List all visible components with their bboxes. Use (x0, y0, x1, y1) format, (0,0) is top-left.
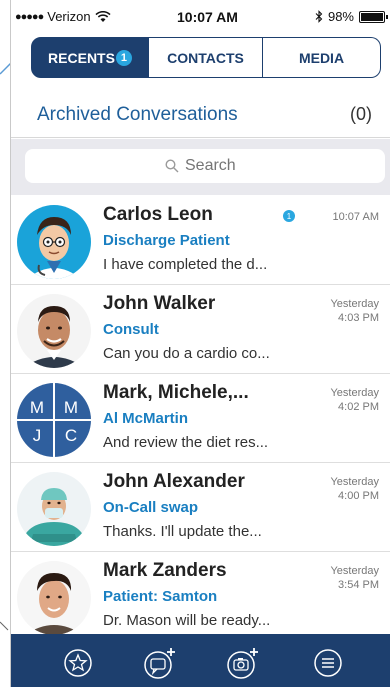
photo-avatar (17, 472, 91, 546)
conversation-row[interactable]: John Walker Consult Can you do a cardio … (11, 285, 390, 374)
timestamp: Yesterday 4:03 PM (330, 297, 379, 325)
timestamp: Yesterday 4:00 PM (330, 475, 379, 503)
tab-media-label: MEDIA (298, 49, 345, 66)
conversation-subject: Consult (103, 321, 159, 338)
new-message-icon (144, 648, 175, 679)
favorites-button[interactable] (61, 646, 95, 680)
tab-media[interactable]: MEDIA (263, 37, 381, 78)
conversation-subject: On-Call swap (103, 499, 199, 516)
timestamp-line: 4:00 PM (338, 490, 379, 502)
bottom-toolbar (11, 634, 390, 687)
app-screen: ●●●●● Verizon 10:07 AM 98% RECENTS 1 CON… (10, 0, 390, 687)
conversation-list: Carlos Leon Discharge Patient I have com… (11, 196, 390, 641)
timestamp-line: 10:07 AM (332, 211, 379, 223)
conversation-subject: Al McMartin (103, 410, 189, 427)
tab-recents[interactable]: RECENTS 1 (31, 37, 149, 78)
conversation-subject: Patient: Samton (103, 588, 218, 605)
tab-contacts-label: CONTACTS (167, 49, 244, 66)
contact-name: Mark Zanders (103, 560, 227, 581)
conversation-row[interactable]: Mark Zanders Patient: Samton Dr. Mason w… (11, 552, 390, 641)
menu-icon (314, 649, 342, 677)
new-message-button[interactable] (143, 646, 177, 680)
conversation-row[interactable]: M M J C Mark, Michele,... Al McMartin An… (11, 374, 390, 463)
avatar (17, 561, 91, 635)
add-photo-icon (227, 648, 258, 679)
contact-name: Carlos Leon (103, 204, 213, 225)
search-input[interactable] (185, 157, 245, 175)
search-field[interactable] (25, 149, 385, 183)
archived-conversations-row[interactable]: Archived Conversations (0) (11, 92, 390, 138)
group-initial: M (64, 398, 78, 417)
avatar (17, 294, 91, 368)
contact-name: Mark, Michele,... (103, 382, 249, 403)
group-avatar: M M J C (17, 383, 91, 457)
avatar (17, 205, 91, 279)
timestamp-line: 4:03 PM (338, 312, 379, 324)
archived-count: (0) (350, 104, 372, 124)
unread-badge: 1 (115, 49, 132, 66)
contact-name: John Walker (103, 293, 216, 314)
doctor-cartoon-avatar (17, 205, 91, 279)
timestamp: Yesterday 4:02 PM (330, 386, 379, 414)
group-initial: M (30, 398, 44, 417)
message-preview: Dr. Mason will be ready... (103, 612, 271, 629)
carrier-name: Verizon (47, 9, 91, 24)
battery-icon (359, 10, 388, 23)
signal-icon: ●●●●● (15, 10, 44, 23)
timestamp-line: Yesterday (330, 565, 379, 577)
clock: 10:07 AM (177, 9, 238, 25)
timestamp: 10:07 AM (333, 210, 379, 224)
message-preview: Can you do a cardio co... (103, 345, 270, 362)
timestamp-line: 3:54 PM (338, 579, 379, 591)
avatar (17, 472, 91, 546)
segmented-tabs: RECENTS 1 CONTACTS MEDIA (31, 37, 381, 78)
wifi-icon (95, 10, 111, 22)
conversation-row[interactable]: Carlos Leon Discharge Patient I have com… (11, 196, 390, 285)
photo-avatar (17, 561, 91, 635)
conversation-subject: Discharge Patient (103, 232, 230, 249)
photo-avatar (17, 294, 91, 368)
tab-recents-label: RECENTS (48, 49, 115, 66)
group-initials-avatar: M M J C (17, 383, 91, 457)
unread-badge: 1 (283, 210, 295, 222)
group-initial: J (33, 426, 42, 445)
group-initial: C (65, 426, 77, 445)
battery-percent: 98% (327, 9, 354, 24)
message-preview: And review the diet res... (103, 434, 269, 451)
timestamp-line: Yesterday (330, 298, 379, 310)
menu-button[interactable] (311, 646, 345, 680)
archived-label: Archived Conversations (37, 103, 238, 125)
timestamp: Yesterday 3:54 PM (330, 564, 379, 592)
tab-contacts[interactable]: CONTACTS (149, 37, 263, 78)
search-icon (165, 159, 179, 173)
star-icon (64, 649, 92, 677)
conversation-row[interactable]: John Alexander On-Call swap Thanks. I'll… (11, 463, 390, 552)
contact-name: John Alexander (103, 471, 245, 492)
status-bar: ●●●●● Verizon 10:07 AM 98% (11, 0, 390, 34)
message-preview: I have completed the d... (103, 256, 268, 273)
message-preview: Thanks. I'll update the... (103, 523, 262, 540)
timestamp-line: Yesterday (330, 476, 379, 488)
timestamp-line: Yesterday (330, 387, 379, 399)
callout-arrow-icon (0, 621, 9, 631)
timestamp-line: 4:02 PM (338, 401, 379, 413)
add-photo-button[interactable] (226, 646, 260, 680)
bluetooth-icon (315, 10, 323, 23)
search-bar (11, 139, 390, 195)
